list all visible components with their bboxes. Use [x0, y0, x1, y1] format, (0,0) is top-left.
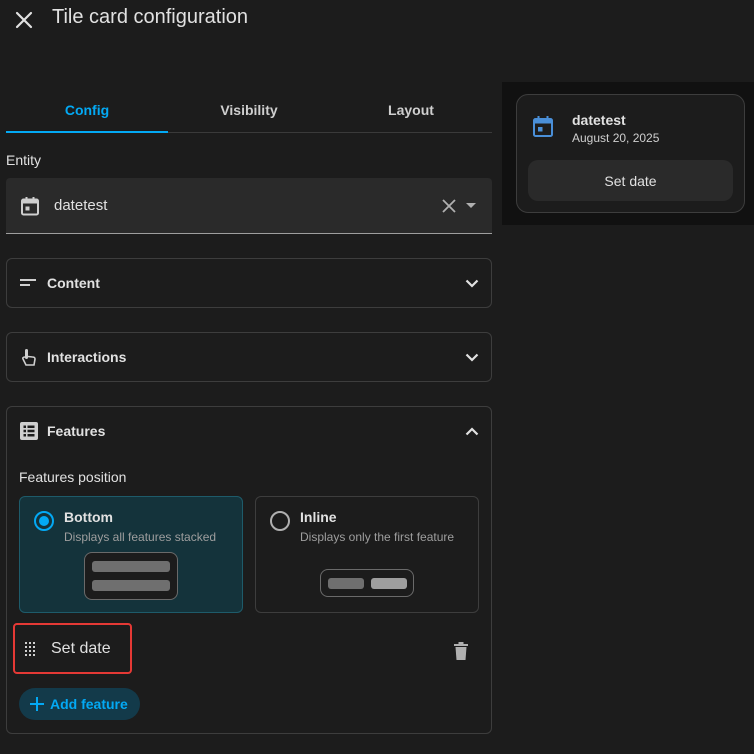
list-box-icon	[19, 422, 39, 440]
feature-name: Set date	[51, 639, 111, 657]
content-panel-header[interactable]: Content	[7, 259, 491, 307]
interactions-panel-title: Interactions	[47, 349, 127, 365]
text-short-icon	[19, 278, 39, 288]
chevron-down-icon	[465, 353, 479, 362]
calendar-icon	[20, 196, 40, 216]
features-position-label: Features position	[19, 469, 127, 485]
trash-icon	[454, 642, 468, 660]
features-panel-header[interactable]: Features	[7, 407, 491, 455]
option-bottom-description: Displays all features stacked	[64, 530, 217, 544]
entity-picker[interactable]: datetest	[6, 178, 492, 234]
position-option-bottom[interactable]: Bottom Displays all features stacked	[19, 496, 243, 613]
tile-entity-name: datetest	[572, 112, 626, 128]
calendar-icon	[533, 115, 553, 137]
tab-visibility[interactable]: Visibility	[168, 88, 330, 132]
add-feature-button[interactable]: Add feature	[19, 688, 140, 720]
interactions-panel-header[interactable]: Interactions	[7, 333, 491, 381]
content-panel-title: Content	[47, 275, 100, 291]
set-date-button[interactable]: Set date	[528, 160, 733, 201]
entity-label: Entity	[6, 152, 42, 168]
feature-item-set-date[interactable]: Set date	[13, 623, 132, 674]
tab-bar: Config Visibility Layout	[6, 88, 492, 133]
close-button[interactable]	[10, 6, 38, 34]
inline-layout-preview	[320, 569, 414, 597]
delete-feature-button[interactable]	[449, 639, 473, 663]
clear-icon[interactable]	[442, 198, 456, 213]
tile-entity-state: August 20, 2025	[572, 131, 660, 145]
radio-unselected[interactable]	[270, 511, 290, 531]
preview-pill	[328, 578, 364, 589]
tile-card-preview[interactable]: datetest August 20, 2025 Set date	[516, 94, 745, 213]
tab-layout[interactable]: Layout	[330, 88, 492, 132]
position-option-inline[interactable]: Inline Displays only the first feature	[255, 496, 479, 613]
preview-bar	[92, 580, 170, 591]
close-icon	[15, 11, 33, 29]
radio-selected[interactable]	[34, 511, 54, 531]
option-inline-title: Inline	[300, 509, 337, 525]
option-bottom-title: Bottom	[64, 509, 113, 525]
gesture-tap-icon	[19, 348, 39, 366]
dropdown-arrow-icon[interactable]	[466, 202, 476, 209]
preview-pill	[371, 578, 407, 589]
option-inline-description: Displays only the first feature	[300, 530, 455, 544]
content-panel: Content	[6, 258, 492, 308]
entity-value: datetest	[54, 197, 108, 214]
chevron-up-icon	[465, 426, 479, 436]
bottom-layout-preview	[84, 552, 178, 600]
preview-bar	[92, 561, 170, 572]
tab-config[interactable]: Config	[6, 88, 168, 133]
drag-handle-icon[interactable]	[25, 641, 37, 656]
features-panel-title: Features	[47, 423, 106, 439]
plus-icon	[30, 697, 44, 711]
interactions-panel: Interactions	[6, 332, 492, 382]
chevron-down-icon	[465, 279, 479, 288]
dialog-title: Tile card configuration	[52, 6, 249, 28]
add-feature-label: Add feature	[50, 696, 128, 712]
